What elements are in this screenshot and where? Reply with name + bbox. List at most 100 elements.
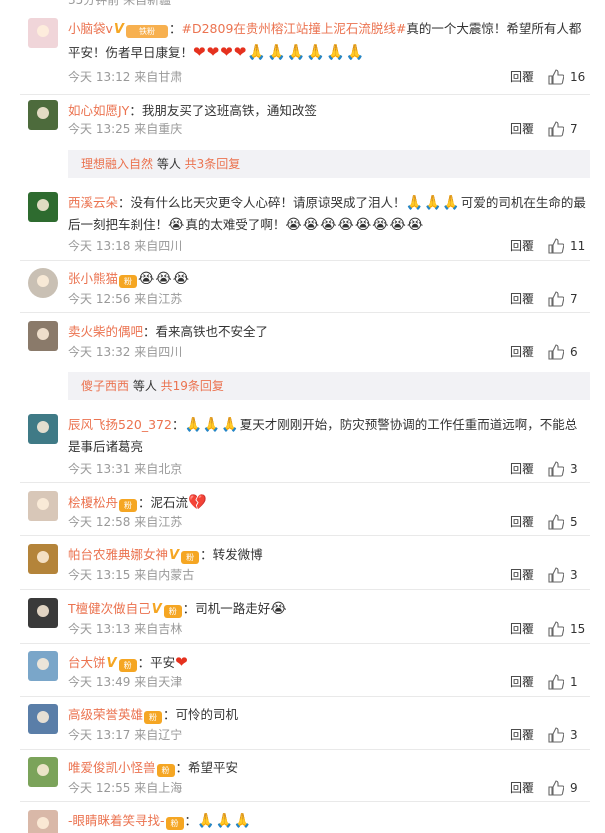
comment-item: 卖火柴的偶吧：看来高铁也不安全了 今天 13:32 来自四川 回覆 6 bbox=[20, 321, 590, 366]
heart-emoji-icon: ❤❤❤❤🙏🙏🙏🙏🙏🙏 bbox=[193, 43, 366, 61]
thumb-up-icon bbox=[548, 674, 564, 690]
fan-badge-icon: 粉 bbox=[119, 275, 138, 288]
pray-emoji-icon: 🙏🙏🙏 bbox=[197, 813, 253, 829]
thumb-up-icon bbox=[548, 238, 564, 254]
thumb-up-icon bbox=[548, 514, 564, 530]
reply-button[interactable]: 回覆 bbox=[510, 344, 534, 360]
comment-meta: 今天 13:49 来自天津 bbox=[68, 675, 183, 689]
username-link[interactable]: 帕台农雅典娜女神 bbox=[68, 547, 168, 562]
sub-reply-mid: 等人 bbox=[153, 157, 185, 171]
avatar[interactable] bbox=[28, 100, 58, 130]
comment-meta: 今天 13:25 来自重庆 bbox=[68, 122, 183, 136]
like-count: 6 bbox=[570, 345, 578, 359]
avatar[interactable] bbox=[28, 491, 58, 521]
like-count: 7 bbox=[570, 122, 578, 136]
sub-reply-count[interactable]: 共19条回复 bbox=[161, 379, 224, 393]
comment-item: 唯爱俊凯小怪兽粉：希望平安 今天 12:55 来自上海 回覆 9 bbox=[20, 757, 590, 802]
reply-button[interactable]: 回覆 bbox=[510, 238, 534, 254]
comment-body: ：没有什么比天灾更令人心碎！请原谅哭成了泪人！ bbox=[118, 195, 406, 210]
thumb-up-icon bbox=[548, 344, 564, 360]
username-link[interactable]: 卖火柴的偶吧 bbox=[68, 324, 143, 339]
avatar[interactable] bbox=[28, 192, 58, 222]
comment-meta: 今天 12:58 来自江苏 bbox=[68, 515, 183, 529]
avatar[interactable] bbox=[28, 268, 58, 298]
reply-button[interactable]: 回覆 bbox=[510, 69, 534, 85]
reply-button[interactable]: 回覆 bbox=[510, 621, 534, 637]
reply-button[interactable]: 回覆 bbox=[510, 727, 534, 743]
topic-link[interactable]: #D2809在贵州榕江站撞上泥石流脱线# bbox=[181, 21, 406, 36]
username-link[interactable]: T檀健次做自己 bbox=[68, 601, 151, 616]
comment-text: 小脑袋vV 铁粉 ：#D2809在贵州榕江站撞上泥石流脱线#真的一个大震惊！希望所有… bbox=[68, 18, 586, 64]
vip-icon: V bbox=[169, 548, 180, 563]
avatar[interactable] bbox=[28, 704, 58, 734]
comment-meta: 今天 13:15 来自内蒙古 bbox=[68, 568, 195, 582]
comment-body: ：可怜的司机 bbox=[163, 707, 239, 722]
comment-meta: 35分钟前 来自新疆 bbox=[68, 0, 172, 7]
fan-badge-icon: 粉 bbox=[118, 659, 137, 672]
comment-text: 张小熊猫粉 😭😭😭 bbox=[68, 268, 586, 290]
username-link[interactable]: 台大饼 bbox=[68, 655, 106, 670]
comment-text: 帕台农雅典娜女神V 粉：转发微博 bbox=[68, 544, 586, 567]
comment-body: ：希望平安 bbox=[175, 760, 239, 775]
avatar[interactable] bbox=[28, 321, 58, 351]
comment-body: ：看来高铁也不安全了 bbox=[143, 324, 269, 339]
colon: ： bbox=[168, 21, 182, 36]
reply-button[interactable]: 回覆 bbox=[510, 780, 534, 796]
avatar[interactable] bbox=[28, 651, 58, 681]
sub-reply-user[interactable]: 傻子西西 bbox=[81, 379, 129, 393]
username-link[interactable]: 如心如愿JY bbox=[68, 103, 129, 118]
comment-item: 辰风飞扬520_372：🙏🙏🙏夏天才刚刚开始，防灾预警协调的工作任重而道远啊，不… bbox=[20, 414, 590, 483]
username-link[interactable]: 高级荣誉英雄 bbox=[68, 707, 143, 722]
comment-body: ：司机一路走好 bbox=[182, 601, 271, 616]
sub-reply-summary[interactable]: 傻子西西 等人 共19条回复 bbox=[68, 372, 590, 400]
vip-icon: V bbox=[106, 656, 117, 671]
username-link[interactable]: 小脑袋v bbox=[68, 21, 113, 36]
thumb-up-icon bbox=[548, 121, 564, 137]
username-link[interactable]: 桧榎松舟 bbox=[68, 495, 118, 510]
comment-item: 西溪云朵：没有什么比天灾更令人心碎！请原谅哭成了泪人！🙏🙏🙏可爱的司机在生命的最… bbox=[20, 192, 590, 261]
reply-button[interactable]: 回覆 bbox=[510, 567, 534, 583]
username-link[interactable]: 张小熊猫 bbox=[68, 271, 118, 286]
comment-item: 台大饼V 粉：平安❤ 今天 13:49 来自天津 回覆 1 bbox=[20, 651, 590, 697]
avatar[interactable] bbox=[28, 414, 58, 444]
comment-meta: 今天 13:31 来自北京 bbox=[68, 462, 183, 476]
reply-button[interactable]: 回覆 bbox=[510, 514, 534, 530]
comment-text: 唯爱俊凯小怪兽粉：希望平安 bbox=[68, 757, 586, 779]
like-count: 16 bbox=[570, 70, 586, 84]
comment-meta: 今天 12:56 来自江苏 bbox=[68, 292, 183, 306]
avatar[interactable] bbox=[28, 598, 58, 628]
comment-text: 如心如愿JY：我朋友买了这班高铁，通知改签 bbox=[68, 100, 586, 122]
comment-text: 卖火柴的偶吧：看来高铁也不安全了 bbox=[68, 321, 586, 343]
like-count: 15 bbox=[570, 622, 586, 636]
avatar[interactable] bbox=[28, 18, 58, 48]
comment-meta: 今天 13:17 来自辽宁 bbox=[68, 728, 183, 742]
avatar[interactable] bbox=[28, 757, 58, 787]
like-count: 3 bbox=[570, 728, 578, 742]
thumb-up-icon bbox=[548, 567, 564, 583]
reply-button[interactable]: 回覆 bbox=[510, 121, 534, 137]
comment-text: 台大饼V 粉：平安❤ bbox=[68, 651, 586, 675]
avatar[interactable] bbox=[28, 544, 58, 574]
heart-emoji-icon: ❤ bbox=[175, 653, 189, 671]
thumb-up-icon bbox=[548, 727, 564, 743]
sub-reply-summary[interactable]: 理想融入自然 等人 共3条回复 bbox=[68, 150, 590, 178]
sub-reply-user[interactable]: 理想融入自然 bbox=[81, 157, 153, 171]
reply-button[interactable]: 回覆 bbox=[510, 674, 534, 690]
comment-item: 高级荣誉英雄粉：可怜的司机 今天 13:17 来自辽宁 回覆 3 bbox=[20, 704, 590, 750]
pray-emoji-icon: 🙏🙏🙏 bbox=[184, 417, 240, 433]
reply-button[interactable]: 回覆 bbox=[510, 291, 534, 307]
username-link[interactable]: 唯爱俊凯小怪兽 bbox=[68, 760, 156, 775]
avatar[interactable] bbox=[28, 810, 58, 833]
comment-item: 桧榎松舟粉：泥石流💔 今天 12:58 来自江苏 回覆 5 bbox=[20, 491, 590, 536]
username-link[interactable]: -眼睛眯着笑寻找- bbox=[68, 813, 165, 828]
comment-meta: 今天 12:55 来自上海 bbox=[68, 781, 183, 795]
sub-reply-mid: 等人 bbox=[129, 379, 161, 393]
comment-text: T檀健次做自己V 粉：司机一路走好😭 bbox=[68, 598, 586, 621]
comment-item: -眼睛眯着笑寻找- 粉：🙏🙏🙏 bbox=[20, 810, 590, 833]
username-link[interactable]: 辰风飞扬520_372 bbox=[68, 417, 172, 432]
username-link[interactable]: 西溪云朵 bbox=[68, 195, 118, 210]
broken-heart-emoji-icon: 💔 bbox=[188, 493, 208, 511]
fan-badge-icon: 粉 bbox=[165, 817, 184, 830]
reply-button[interactable]: 回覆 bbox=[510, 461, 534, 477]
sub-reply-count[interactable]: 共3条回复 bbox=[185, 157, 241, 171]
